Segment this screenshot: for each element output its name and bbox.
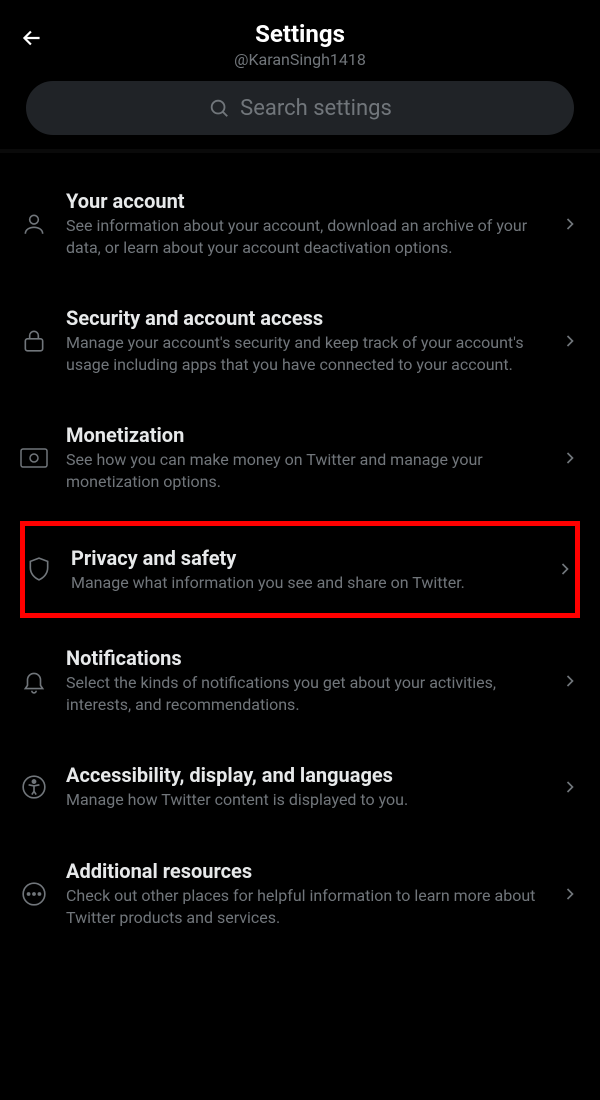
chevron-right-icon (560, 884, 580, 904)
setting-title: Additional resources (66, 859, 542, 883)
money-icon (20, 444, 48, 472)
chevron-right-icon (560, 671, 580, 691)
setting-title: Accessibility, display, and languages (66, 763, 542, 787)
search-icon (208, 97, 230, 119)
username-label: @KaranSingh1418 (16, 50, 584, 69)
setting-desc: Check out other places for helpful infor… (66, 885, 542, 928)
setting-item-resources[interactable]: Additional resources Check out other pla… (0, 835, 600, 952)
setting-item-privacy[interactable]: Privacy and safety Manage what informati… (20, 521, 580, 619)
setting-text: Your account See information about your … (66, 189, 542, 258)
more-icon (20, 880, 48, 908)
setting-title: Security and account access (66, 306, 542, 330)
setting-text: Monetization See how you can make money … (66, 423, 542, 492)
setting-item-security[interactable]: Security and account access Manage your … (0, 282, 600, 399)
header: Settings @KaranSingh1418 (0, 8, 600, 81)
status-bar (0, 0, 600, 8)
back-button[interactable] (16, 22, 48, 54)
setting-text: Additional resources Check out other pla… (66, 859, 542, 928)
chevron-right-icon (560, 214, 580, 234)
setting-title: Notifications (66, 646, 542, 670)
search-container: Search settings (0, 81, 600, 149)
search-input[interactable]: Search settings (26, 81, 574, 135)
setting-text: Security and account access Manage your … (66, 306, 542, 375)
setting-title: Privacy and safety (71, 546, 537, 570)
setting-desc: Manage your account's security and keep … (66, 332, 542, 375)
setting-item-accessibility[interactable]: Accessibility, display, and languages Ma… (0, 739, 600, 835)
accessibility-icon (20, 773, 48, 801)
setting-item-notifications[interactable]: Notifications Select the kinds of notifi… (0, 622, 600, 739)
arrow-left-icon (19, 25, 45, 51)
setting-desc: Manage how Twitter content is displayed … (66, 789, 542, 811)
separator (0, 149, 600, 153)
setting-text: Accessibility, display, and languages Ma… (66, 763, 542, 811)
chevron-right-icon (560, 331, 580, 351)
bell-icon (20, 667, 48, 695)
setting-desc: See information about your account, down… (66, 215, 542, 258)
chevron-right-icon (555, 559, 575, 579)
settings-list: Your account See information about your … (0, 165, 600, 952)
setting-desc: See how you can make money on Twitter an… (66, 449, 542, 492)
setting-text: Privacy and safety Manage what informati… (71, 546, 537, 594)
setting-item-account[interactable]: Your account See information about your … (0, 165, 600, 282)
search-placeholder: Search settings (240, 96, 392, 121)
setting-text: Notifications Select the kinds of notifi… (66, 646, 542, 715)
setting-title: Monetization (66, 423, 542, 447)
user-icon (20, 210, 48, 238)
chevron-right-icon (560, 777, 580, 797)
setting-item-monetization[interactable]: Monetization See how you can make money … (0, 399, 600, 516)
shield-icon (25, 555, 53, 583)
setting-desc: Select the kinds of notifications you ge… (66, 672, 542, 715)
chevron-right-icon (560, 448, 580, 468)
setting-title: Your account (66, 189, 542, 213)
page-title: Settings (16, 20, 584, 48)
lock-icon (20, 327, 48, 355)
setting-desc: Manage what information you see and shar… (71, 572, 537, 594)
